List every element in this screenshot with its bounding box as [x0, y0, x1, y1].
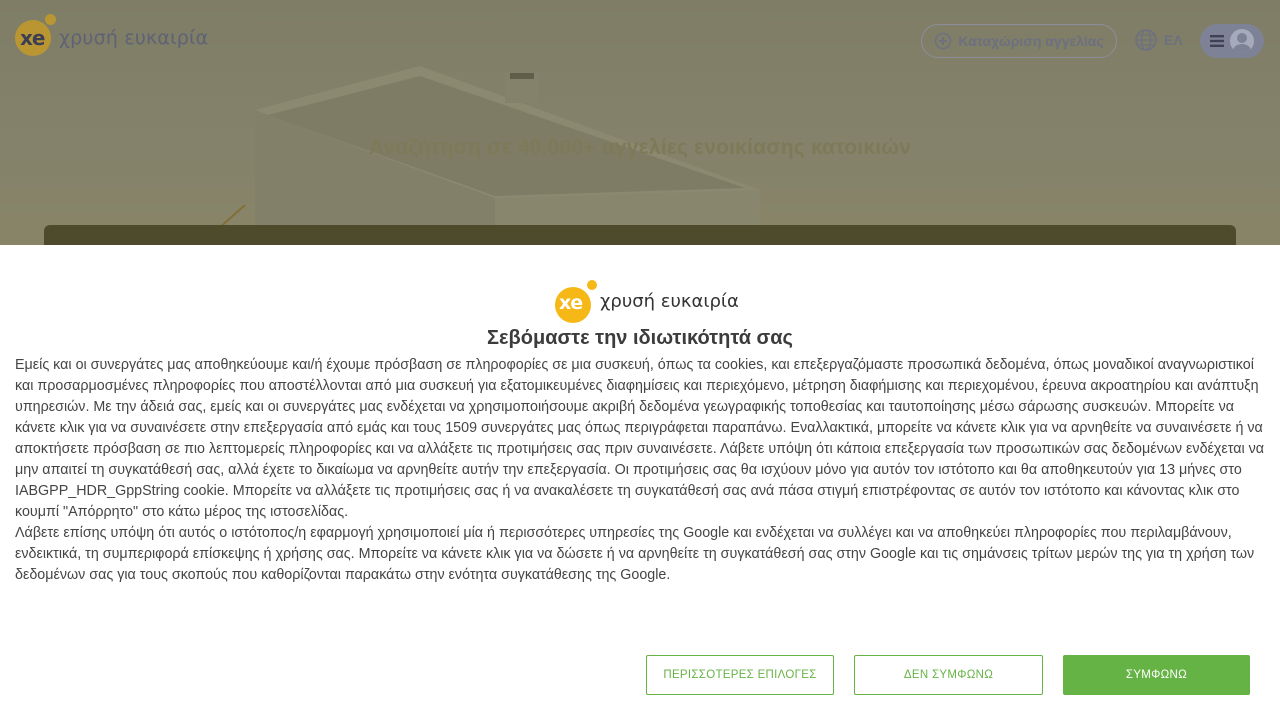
- language-selector[interactable]: ΕΛ: [1134, 28, 1183, 52]
- language-label: ΕΛ: [1164, 32, 1183, 48]
- consent-logo: xe χρυσή ευκαιρία: [555, 279, 739, 325]
- consent-logo-text: χρυσή ευκαιρία: [600, 291, 739, 312]
- site-logo[interactable]: xe χρυσή ευκαιρία: [15, 14, 209, 56]
- hero-section: xe χρυσή ευκαιρία Καταχώριση αγγελίας ΕΛ: [0, 0, 1280, 245]
- post-ad-label: Καταχώριση αγγελίας: [958, 33, 1104, 49]
- consent-body: Εμείς και οι συνεργάτες μας αποθηκεύουμε…: [15, 355, 1265, 586]
- disagree-button[interactable]: ΔΕΝ ΣΥΜΦΩΝΩ: [854, 655, 1043, 695]
- consent-logo-mark: xe: [559, 292, 583, 314]
- more-options-button[interactable]: ΠΕΡΙΣΣΟΤΕΡΕΣ ΕΠΙΛΟΓΕΣ: [646, 655, 834, 695]
- top-navigation: xe χρυσή ευκαιρία Καταχώριση αγγελίας ΕΛ: [0, 0, 1280, 84]
- user-avatar-icon: [1230, 29, 1254, 53]
- hero-title: Αναζήτηση σε 40.000+ αγγελίες ενοικίασης…: [368, 136, 912, 159]
- plus-circle-icon: [934, 32, 952, 50]
- consent-paragraph-2: Λάβετε επίσης υπόψη ότι αυτός ο ιστότοπο…: [15, 525, 1255, 583]
- consent-paragraph-1: Εμείς και οι συνεργάτες μας αποθηκεύουμε…: [15, 357, 1265, 520]
- globe-icon: [1135, 29, 1157, 51]
- search-panel: [44, 225, 1236, 245]
- logo-text: χρυσή ευκαιρία: [59, 27, 209, 49]
- user-menu-button[interactable]: [1200, 24, 1264, 58]
- logo-badge: xe: [15, 14, 56, 56]
- consent-title: Σεβόμαστε την ιδιωτικότητά σας: [487, 327, 793, 349]
- hamburger-icon: [1210, 35, 1224, 47]
- post-ad-button[interactable]: Καταχώριση αγγελίας: [921, 24, 1117, 58]
- consent-dialog: xe χρυσή ευκαιρία Σεβόμαστε την ιδιωτικό…: [0, 245, 1280, 720]
- agree-button[interactable]: ΣΥΜΦΩΝΩ: [1063, 655, 1250, 695]
- logo-mark: xe: [20, 26, 45, 50]
